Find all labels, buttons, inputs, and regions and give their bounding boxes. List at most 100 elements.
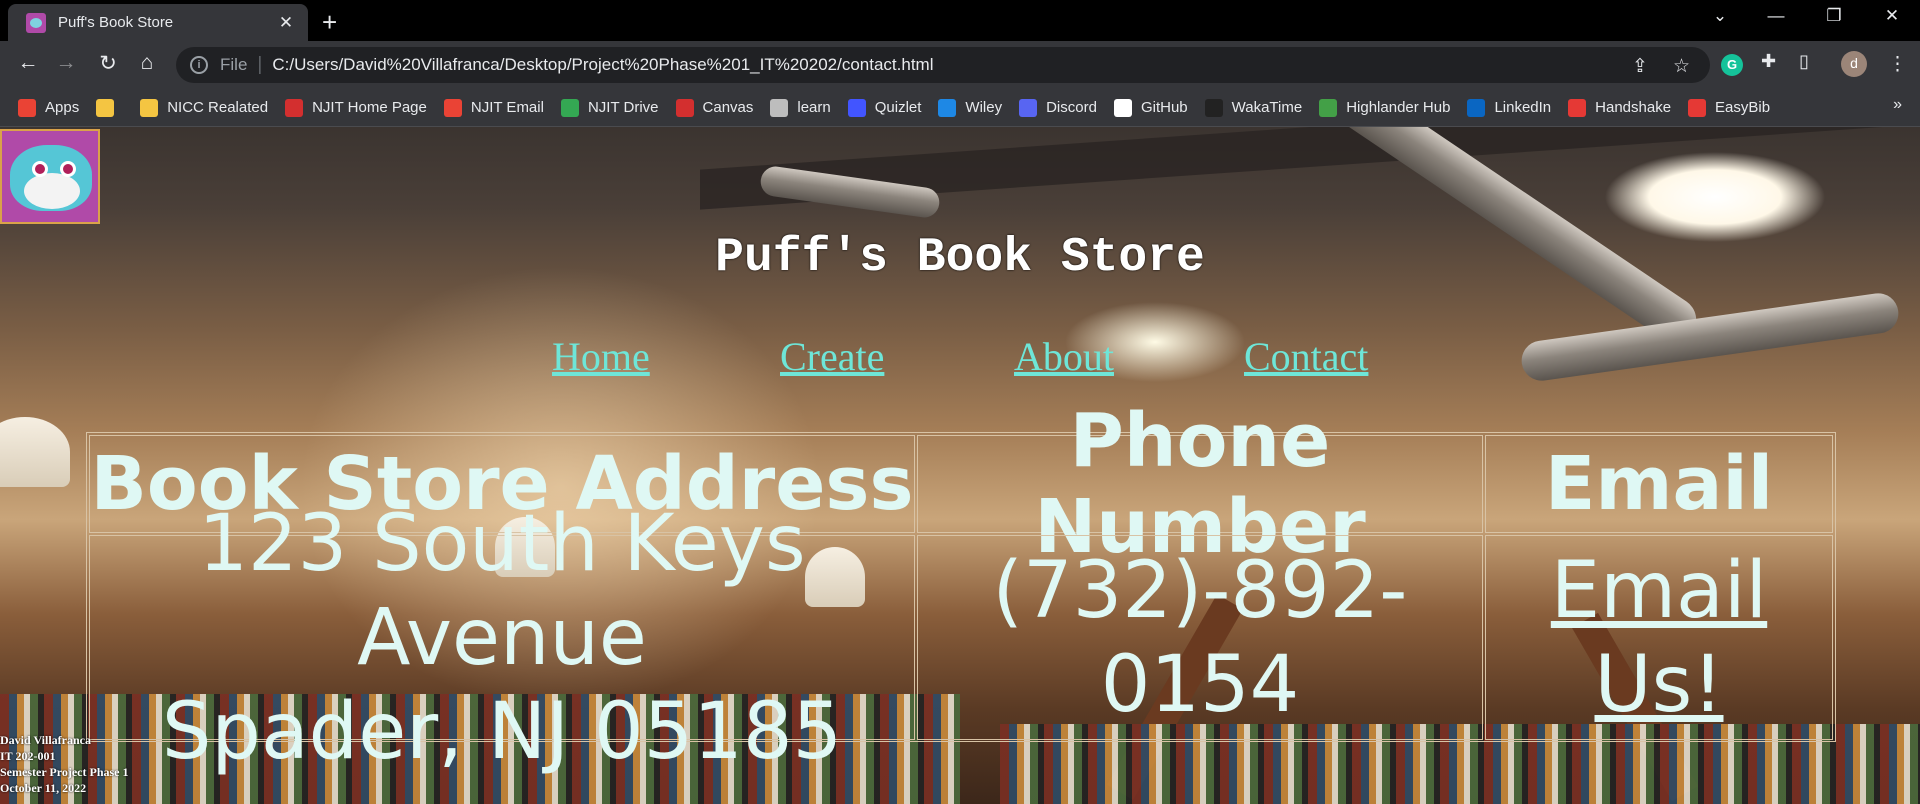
bookmark-label: LinkedIn bbox=[1494, 99, 1552, 116]
new-tab-icon[interactable]: + bbox=[322, 7, 337, 38]
home-icon[interactable]: ⌂ bbox=[133, 51, 161, 75]
bookmark-favicon-icon bbox=[560, 98, 579, 117]
bookmark-label: Highlander Hub bbox=[1346, 99, 1451, 116]
bookmark-item[interactable]: LinkedIn bbox=[1467, 98, 1552, 117]
grammarly-icon[interactable]: G bbox=[1721, 54, 1743, 76]
bookmark-item[interactable]: NJIT Email bbox=[443, 98, 544, 117]
bookmark-item[interactable]: Handshake bbox=[1568, 98, 1672, 117]
more-bookmarks-icon[interactable]: » bbox=[1893, 96, 1902, 114]
bookmark-label: NJIT Home Page bbox=[312, 99, 427, 116]
tab-strip: Puff's Book Store ✕ + ⌄ — ❐ ✕ bbox=[0, 0, 1920, 41]
share-icon[interactable]: ⇪ bbox=[1632, 55, 1648, 78]
bookmark-item[interactable] bbox=[96, 98, 123, 117]
forward-icon[interactable]: → bbox=[52, 51, 80, 75]
ceiling-duct bbox=[1519, 290, 1901, 384]
page-viewport: Puff's Book Store Home Create About Cont… bbox=[0, 127, 1920, 804]
bookmark-label: WakaTime bbox=[1231, 99, 1303, 116]
browser-toolbar: ← → ↻ ⌂ i File | C:/Users/David%20Villaf… bbox=[0, 41, 1920, 89]
bookmark-item[interactable]: Apps bbox=[18, 98, 80, 117]
bookmarks-bar: Apps NICC Realated NJIT Home Page NJIT Emai… bbox=[0, 89, 1920, 127]
reload-icon[interactable]: ↻ bbox=[94, 51, 122, 76]
extensions-icon[interactable]: ✚ bbox=[1761, 51, 1783, 73]
bookmark-label: Wiley bbox=[965, 99, 1003, 116]
bookmark-label: Handshake bbox=[1595, 99, 1672, 116]
bookmark-label: NJIT Drive bbox=[587, 99, 659, 116]
bookmark-item[interactable]: learn bbox=[770, 98, 831, 117]
bookmark-label: Canvas bbox=[702, 99, 754, 116]
bookmark-item[interactable]: Canvas bbox=[675, 98, 754, 117]
bookmark-label: NICC Realated bbox=[167, 99, 269, 116]
bookmark-favicon-icon bbox=[96, 98, 115, 117]
tab-search-icon[interactable]: ⌄ bbox=[1700, 6, 1740, 26]
address-line-2: Spader, NJ 05185 bbox=[161, 686, 843, 777]
email-cell: Email Us! bbox=[1485, 535, 1833, 740]
bookmark-item[interactable]: NJIT Home Page bbox=[285, 98, 427, 117]
minimize-icon[interactable]: — bbox=[1756, 6, 1796, 26]
nav-link-home[interactable]: Home bbox=[552, 333, 650, 380]
bookmark-label: Discord bbox=[1046, 99, 1097, 116]
restore-icon[interactable]: ❐ bbox=[1814, 6, 1854, 26]
nav-link-contact[interactable]: Contact bbox=[1244, 333, 1368, 380]
footer-project: Semester Project Phase 1 bbox=[0, 765, 129, 779]
bookmark-item[interactable]: WakaTime bbox=[1204, 98, 1303, 117]
puff-eye bbox=[60, 161, 76, 177]
profile-avatar[interactable]: d bbox=[1841, 51, 1867, 77]
bookmark-favicon-icon bbox=[1019, 98, 1038, 117]
tab-title: Puff's Book Store bbox=[58, 14, 174, 31]
bookmark-label: EasyBib bbox=[1715, 99, 1771, 116]
phone-number: (732)-892-0154 bbox=[992, 545, 1408, 730]
bookmark-item[interactable]: EasyBib bbox=[1688, 98, 1771, 117]
menu-icon[interactable]: ⋮ bbox=[1888, 53, 1907, 76]
address-cell: 123 South Keys Avenue Spader, NJ 05185 bbox=[89, 499, 915, 777]
site-info-icon[interactable]: i bbox=[190, 56, 208, 74]
puff-favicon-icon bbox=[26, 12, 46, 33]
email-us-link[interactable]: Email Us! bbox=[1486, 544, 1832, 732]
side-panel-icon[interactable]: ▯ bbox=[1799, 51, 1821, 73]
bookmark-favicon-icon bbox=[1568, 98, 1587, 117]
bookmark-favicon-icon bbox=[1113, 98, 1132, 117]
url-divider: | bbox=[257, 54, 263, 75]
bookmark-item[interactable]: NJIT Drive bbox=[560, 98, 659, 117]
nav-link-create[interactable]: Create bbox=[780, 333, 884, 380]
bookmark-item[interactable]: Highlander Hub bbox=[1319, 98, 1451, 117]
bookmark-label: Apps bbox=[45, 99, 80, 116]
close-window-icon[interactable]: ✕ bbox=[1872, 6, 1912, 26]
bookmark-item[interactable]: GitHub bbox=[1113, 98, 1188, 117]
bookmark-star-icon[interactable]: ☆ bbox=[1673, 55, 1690, 78]
active-tab[interactable]: Puff's Book Store ✕ bbox=[8, 4, 308, 41]
nav-link-about[interactable]: About bbox=[1014, 333, 1114, 380]
header-email-text: Email bbox=[1544, 441, 1774, 527]
bookmark-favicon-icon bbox=[770, 98, 789, 117]
url-text[interactable]: C:/Users/David%20Villafranca/Desktop/Pro… bbox=[272, 55, 933, 75]
bookmark-label: GitHub bbox=[1140, 99, 1188, 116]
bookmark-favicon-icon bbox=[938, 98, 957, 117]
close-tab-icon[interactable]: ✕ bbox=[276, 13, 296, 33]
puff-eye bbox=[32, 161, 48, 177]
bookmark-favicon-icon bbox=[675, 98, 694, 117]
footer-author: David Villafranca bbox=[0, 733, 92, 747]
bookmark-favicon-icon bbox=[285, 98, 304, 117]
bookmark-item[interactable]: NICC Realated bbox=[140, 98, 269, 117]
bookmark-favicon-icon bbox=[1688, 98, 1707, 117]
contact-table: Book Store Address Phone Number Email 12… bbox=[86, 398, 1836, 777]
phone-cell: (732)-892-0154 bbox=[917, 535, 1483, 740]
back-icon[interactable]: ← bbox=[14, 51, 42, 75]
bookmark-item[interactable]: Wiley bbox=[938, 98, 1003, 117]
footer-course: IT 202-001 bbox=[0, 749, 56, 763]
address-bar[interactable]: i File | C:/Users/David%20Villafranca/De… bbox=[176, 47, 1710, 83]
puff-logo bbox=[0, 129, 100, 224]
bookmark-label: NJIT Email bbox=[470, 99, 544, 116]
page-footer: David Villafranca IT 202-001 Semester Pr… bbox=[0, 732, 129, 796]
bookmark-favicon-icon bbox=[1319, 98, 1338, 117]
address-line-1: 123 South Keys Avenue bbox=[198, 498, 806, 683]
bookmark-item[interactable]: Discord bbox=[1019, 98, 1097, 117]
header-email: Email bbox=[1485, 435, 1833, 533]
bookmark-favicon-icon bbox=[140, 98, 159, 117]
site-title: Puff's Book Store bbox=[715, 231, 1205, 285]
bookmark-favicon-icon bbox=[1467, 98, 1486, 117]
bookmark-item[interactable]: Quizlet bbox=[847, 98, 922, 117]
pendant-lamp bbox=[0, 417, 70, 487]
bookmark-label: Quizlet bbox=[874, 99, 922, 116]
footer-date: October 11, 2022 bbox=[0, 781, 87, 795]
bookmark-favicon-icon bbox=[847, 98, 866, 117]
